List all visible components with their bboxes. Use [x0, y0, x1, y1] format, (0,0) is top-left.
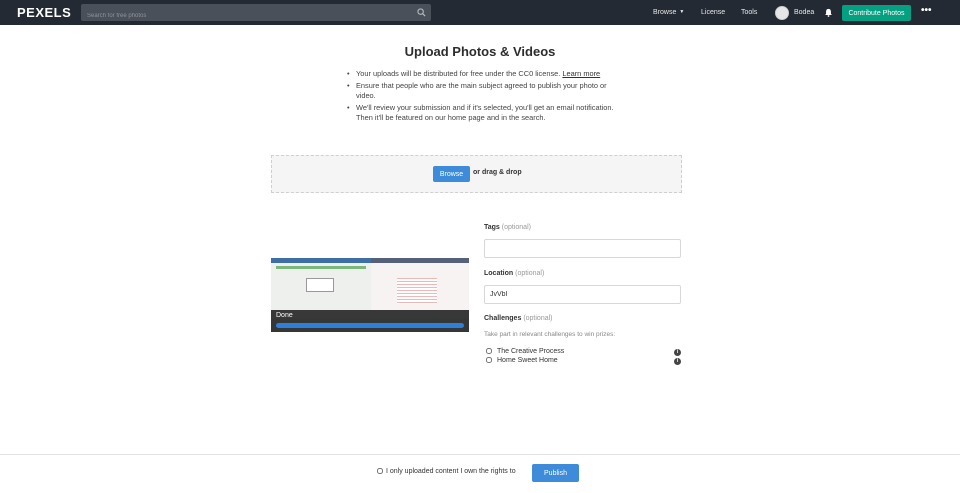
pexels-logo[interactable]: PEXELS [17, 5, 71, 20]
learn-more-link[interactable]: Learn more [562, 69, 600, 78]
user-name[interactable]: Bodea [794, 0, 814, 25]
guideline-item: Your uploads will be distributed for fre… [346, 69, 616, 79]
rights-confirmation[interactable]: I only uploaded content I own the rights… [377, 468, 516, 475]
challenge-checkbox[interactable] [486, 348, 492, 354]
bell-icon[interactable] [824, 8, 833, 17]
top-navbar: PEXELS Browse▼ License Tools Bodea Contr… [0, 0, 960, 25]
guideline-item: We'll review your submission and if it's… [346, 103, 616, 123]
preview-thumbnail-left [271, 258, 371, 318]
challenge-option[interactable]: The Creative Process [486, 348, 564, 355]
search-input[interactable] [81, 7, 401, 25]
search-icon[interactable] [417, 8, 426, 17]
page-title: Upload Photos & Videos [404, 44, 556, 59]
nav-tools[interactable]: Tools [741, 0, 757, 25]
search-bar [81, 4, 431, 25]
challenge-option[interactable]: Home Sweet Home [486, 357, 558, 364]
info-icon[interactable]: i [674, 349, 681, 356]
nav-browse[interactable]: Browse ▼ [653, 0, 684, 25]
upload-preview: Done [271, 258, 469, 332]
rights-checkbox[interactable] [377, 468, 383, 474]
contribute-photos-button[interactable]: Contribute Photos [842, 5, 911, 21]
tags-label: Tags (optional) [484, 224, 531, 231]
upload-status: Done [276, 312, 293, 319]
more-menu-icon[interactable]: ••• [921, 6, 932, 16]
upload-guidelines: Your uploads will be distributed for fre… [346, 69, 616, 125]
publish-bar: I only uploaded content I own the rights… [0, 454, 960, 493]
avatar[interactable] [775, 6, 789, 20]
nav-license[interactable]: License [701, 0, 725, 25]
challenge-checkbox[interactable] [486, 357, 492, 363]
tags-input[interactable] [484, 239, 681, 258]
info-icon[interactable]: i [674, 358, 681, 365]
challenges-help-text: Take part in relevant challenges to win … [484, 331, 616, 338]
nav-browse-label: Browse [653, 9, 677, 16]
upload-progress-bar [276, 323, 464, 328]
guideline-item: Ensure that people who are the main subj… [346, 81, 616, 101]
browse-button[interactable]: Browse [433, 166, 470, 182]
upload-status-overlay: Done [271, 310, 469, 332]
publish-button[interactable]: Publish [532, 464, 579, 482]
challenges-label: Challenges (optional) [484, 315, 553, 322]
upload-dropzone[interactable]: Browse or drag & drop [271, 155, 682, 193]
drag-drop-text: or drag & drop [473, 169, 522, 176]
preview-thumbnail-right [371, 258, 469, 318]
location-label: Location (optional) [484, 270, 545, 277]
caret-down-icon: ▼ [679, 9, 685, 15]
location-input[interactable] [484, 285, 681, 304]
